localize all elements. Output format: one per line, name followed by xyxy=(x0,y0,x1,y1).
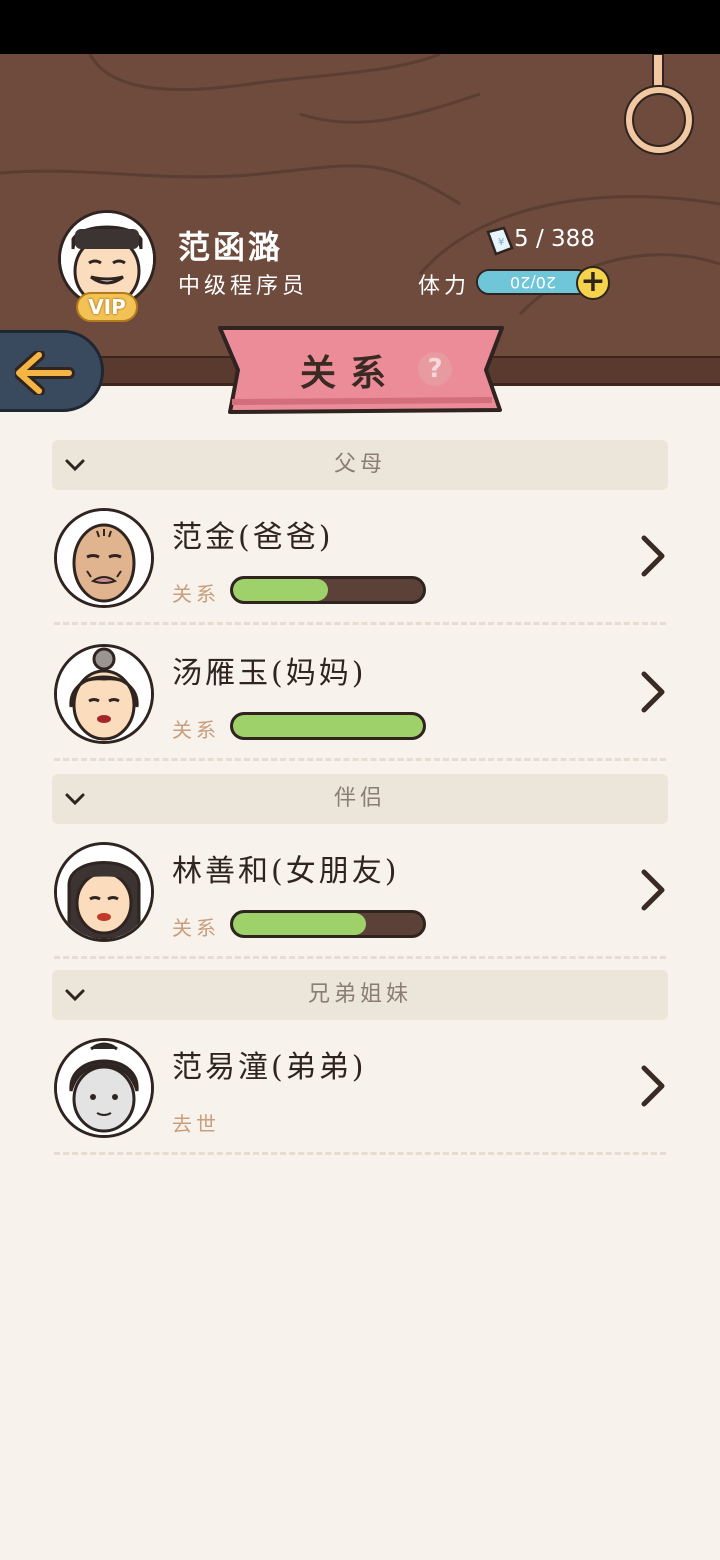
help-icon[interactable]: ? xyxy=(418,352,452,386)
player-job-title: 中级程序员 xyxy=(178,274,309,299)
divider xyxy=(54,1152,666,1155)
chevron-right-icon xyxy=(641,1065,665,1107)
relation-label: 关系 xyxy=(172,916,220,940)
relation-bar xyxy=(230,910,426,938)
page-title: 关系 xyxy=(300,352,401,394)
section-label: 父母 xyxy=(333,452,386,477)
stamina-label: 体力 xyxy=(418,274,471,299)
money-amount: 5 / 388 xyxy=(514,226,595,252)
relation-label: 关系 xyxy=(172,582,220,606)
relation-fill xyxy=(233,913,366,935)
money-icon: ¥ xyxy=(486,226,514,256)
section-label: 兄弟姐妹 xyxy=(307,982,412,1007)
player-name: 范函潞 xyxy=(178,228,284,266)
section-header-partner[interactable]: 伴侣 xyxy=(52,774,668,824)
status-bar xyxy=(0,0,720,54)
divider xyxy=(54,956,666,959)
section-header-parents[interactable]: 父母 xyxy=(52,440,668,490)
girlfriend-avatar xyxy=(54,842,154,942)
stamina-bar: 20/20 xyxy=(476,269,590,295)
relation-fill xyxy=(233,579,328,601)
add-stamina-button[interactable]: + xyxy=(576,266,610,300)
chevron-right-icon xyxy=(641,535,665,577)
svg-text:¥: ¥ xyxy=(498,237,504,248)
brother-avatar xyxy=(54,1038,154,1138)
relation-bar xyxy=(230,712,426,740)
relation-bar xyxy=(230,576,426,604)
stamina-value: 20/20 xyxy=(509,273,557,292)
father-avatar xyxy=(54,508,154,608)
person-name: 范易潼(弟弟) xyxy=(172,1050,367,1085)
person-row-brother[interactable]: 范易潼(弟弟) 去世 xyxy=(52,1038,668,1168)
chevron-right-icon xyxy=(641,671,665,713)
mother-avatar xyxy=(54,644,154,744)
relation-label: 关系 xyxy=(172,718,220,742)
vip-badge[interactable]: VIP xyxy=(76,292,138,322)
person-name: 林善和(女朋友) xyxy=(172,854,400,889)
back-button[interactable] xyxy=(0,330,104,412)
person-name: 汤雁玉(妈妈) xyxy=(172,656,367,691)
deceased-status: 去世 xyxy=(172,1112,220,1136)
section-label: 伴侣 xyxy=(333,786,386,811)
person-row-mother[interactable]: 汤雁玉(妈妈) 关系 xyxy=(52,644,668,774)
divider xyxy=(54,758,666,761)
section-header-siblings[interactable]: 兄弟姐妹 xyxy=(52,970,668,1020)
person-row-girlfriend[interactable]: 林善和(女朋友) 关系 xyxy=(52,842,668,972)
person-row-father[interactable]: 范金(爸爸) 关系 xyxy=(52,508,668,638)
divider xyxy=(54,622,666,625)
person-name: 范金(爸爸) xyxy=(172,520,334,555)
hanging-ring-icon xyxy=(624,54,694,155)
relation-fill xyxy=(233,715,423,737)
back-arrow-icon xyxy=(15,351,75,395)
chevron-right-icon xyxy=(641,869,665,911)
